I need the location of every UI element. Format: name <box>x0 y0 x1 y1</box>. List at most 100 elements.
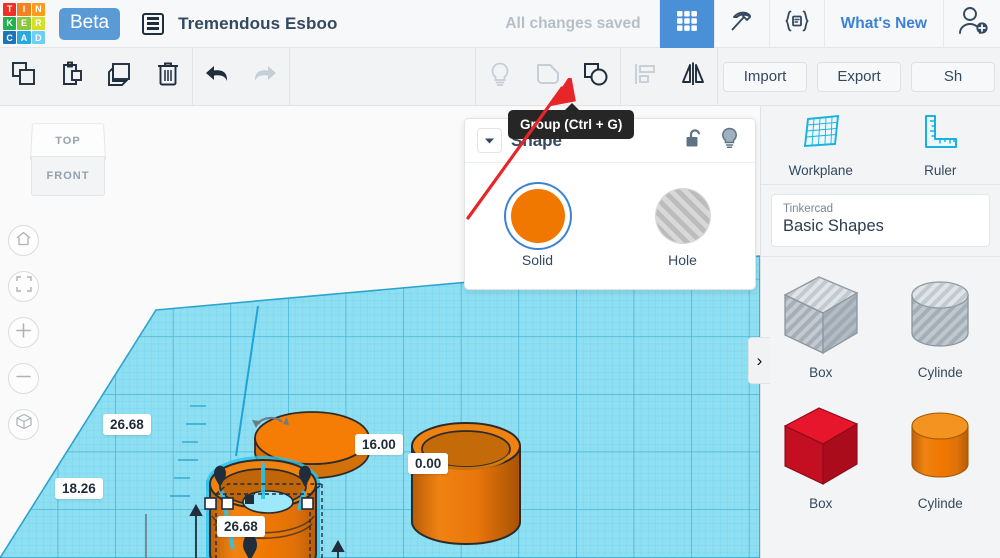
shape-panel-body: Solid Hole <box>465 163 755 290</box>
hint-button[interactable] <box>476 48 524 106</box>
chevron-down-icon[interactable] <box>477 128 502 153</box>
beta-badge: Beta <box>59 7 121 40</box>
workplane-grid-icon <box>801 113 841 156</box>
paste-button[interactable] <box>48 48 96 106</box>
dim-offset-y[interactable]: 18.26 <box>55 478 103 499</box>
mirror-button[interactable] <box>669 48 717 106</box>
tinkercad-logo[interactable]: TINKERCAD <box>3 2 45 45</box>
export-button[interactable]: Export <box>817 61 901 92</box>
mode-codeblocks-button[interactable] <box>768 0 824 48</box>
logo-tile-d: D <box>31 31 45 45</box>
logo-tile-i: I <box>17 2 31 16</box>
lightbulb-icon[interactable] <box>720 127 739 154</box>
model-ring-right[interactable] <box>411 422 521 545</box>
share-button[interactable]: Sh <box>911 61 995 92</box>
dim-width[interactable]: 26.68 <box>217 516 265 537</box>
avatar[interactable] <box>943 0 1000 48</box>
fit-to-view-button[interactable] <box>8 271 39 302</box>
shape-item-box-hole[interactable]: Box <box>761 261 881 392</box>
trash-icon <box>154 60 182 93</box>
redo-arrow-icon <box>250 61 280 92</box>
fit-brackets-icon <box>15 276 32 297</box>
home-icon <box>15 230 32 252</box>
hole-swatch <box>655 189 710 243</box>
import-button[interactable]: Import <box>723 61 807 92</box>
mirror-flip-icon <box>678 61 708 92</box>
ruler-label: Ruler <box>924 162 957 178</box>
library-select[interactable]: Tinkercad Basic Shapes <box>771 194 990 247</box>
save-status: All changes saved <box>505 14 641 32</box>
panel-collapse-toggle[interactable]: › <box>748 337 770 384</box>
workplane-grid <box>0 255 760 558</box>
undo-button[interactable] <box>193 48 241 106</box>
undo-arrow-icon <box>202 61 232 92</box>
copy-icon <box>10 60 38 93</box>
align-icon <box>631 61 659 92</box>
sidebar-item-workplane[interactable]: Workplane <box>761 106 881 184</box>
copy-button[interactable] <box>0 48 48 106</box>
sidebar-item-ruler[interactable]: Ruler <box>881 106 1000 184</box>
duplicate-icon <box>106 60 134 93</box>
shape-option-solid[interactable]: Solid <box>465 163 610 290</box>
group-icon <box>533 60 563 93</box>
app-header: TINKERCAD Beta Tremendous Esboo All chan… <box>0 0 1000 48</box>
tinkercad-app: TINKERCAD Beta Tremendous Esboo All chan… <box>0 0 1000 558</box>
ungroup-button[interactable] <box>572 48 620 106</box>
mode-blocks-button[interactable] <box>658 0 714 48</box>
view-cube[interactable]: TOP FRONT <box>22 120 117 198</box>
shape-item-box-solid[interactable]: Box <box>761 392 881 523</box>
logo-tile-e: E <box>17 16 31 31</box>
workplane-label: Workplane <box>788 162 853 178</box>
plus-icon <box>15 322 32 344</box>
group-tooltip: Group (Ctrl + G) <box>508 103 635 139</box>
lightbulb-icon <box>487 60 513 93</box>
logo-tile-n: N <box>31 2 45 16</box>
arrange-tool-group <box>621 48 717 106</box>
library-select-wrap: Tinkercad Basic Shapes <box>761 185 1000 256</box>
align-button[interactable] <box>621 48 669 106</box>
home-view-button[interactable] <box>8 225 39 256</box>
dim-height[interactable]: 16.00 <box>355 434 403 455</box>
blocks-grid-icon <box>675 9 699 38</box>
shape-label: Cylinde <box>917 496 963 511</box>
shape-item-cylinder-hole[interactable]: Cylinde <box>881 261 1000 392</box>
group-button[interactable] <box>524 48 572 106</box>
shape-properties-panel[interactable]: Shape Solid Hole <box>464 118 756 290</box>
edit-tool-group <box>476 48 620 106</box>
dim-depth[interactable]: 26.68 <box>103 414 151 435</box>
shape-panel-actions <box>685 127 743 154</box>
shape-item-cylinder-solid[interactable]: Cylinde <box>881 392 1000 523</box>
logo-tile-k: K <box>3 16 17 31</box>
main-toolbar: Import Export Sh <box>0 47 1000 106</box>
unlocked-padlock-icon[interactable] <box>685 128 704 154</box>
mode-minecraft-button[interactable] <box>713 0 769 48</box>
dim-base-z[interactable]: 0.00 <box>408 453 449 474</box>
user-add-avatar-icon <box>956 6 988 41</box>
box-solid-thumb <box>783 407 858 485</box>
view-cube-top[interactable]: TOP <box>30 123 106 160</box>
ortho-perspective-button[interactable] <box>8 409 39 440</box>
shapes-sidebar[interactable]: Workplane Ruler Tinkercad Basic Shapes B… <box>760 106 1000 558</box>
zoom-in-button[interactable] <box>8 317 39 348</box>
shape-option-hole[interactable]: Hole <box>610 163 755 290</box>
minus-icon <box>15 368 32 390</box>
solid-label: Solid <box>521 252 554 268</box>
hole-label: Hole <box>668 252 697 268</box>
zoom-out-button[interactable] <box>8 363 39 394</box>
logo-tile-a: A <box>17 31 31 45</box>
duplicate-button[interactable] <box>96 48 144 106</box>
sidebar-tool-row: Workplane Ruler <box>761 106 1000 185</box>
whats-new-link[interactable]: What's New <box>823 0 943 48</box>
cube-view-icon <box>15 413 33 436</box>
redo-button[interactable] <box>241 48 289 106</box>
view-cube-front[interactable]: FRONT <box>31 156 105 196</box>
shape-grid: Box Cylinde Box Cylinde <box>761 256 1000 523</box>
cylinder-hole-thumb <box>911 281 969 347</box>
page-title[interactable]: Tremendous Esboo <box>178 14 337 34</box>
delete-button[interactable] <box>144 48 192 106</box>
project-list-icon[interactable] <box>142 12 165 35</box>
history-tool-group <box>193 48 289 106</box>
toolbar-divider <box>717 47 718 106</box>
library-source: Tinkercad <box>783 203 834 215</box>
